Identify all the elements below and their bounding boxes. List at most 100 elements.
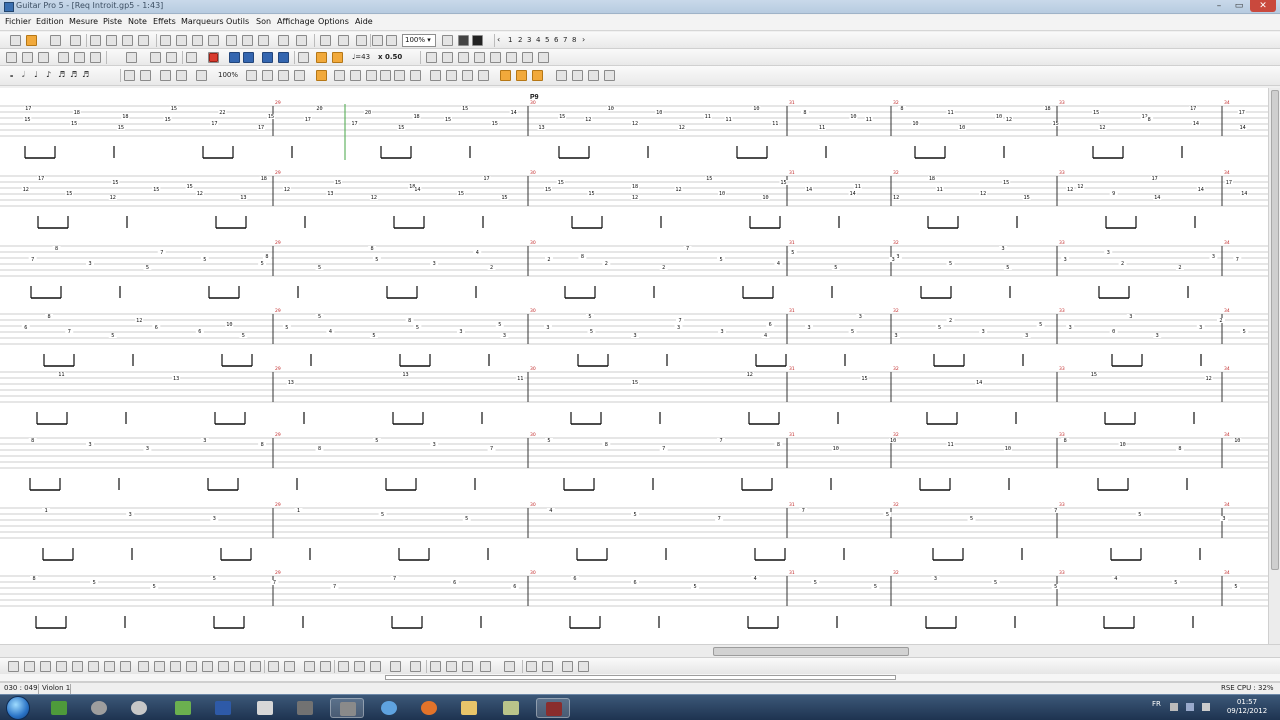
close-button[interactable]: ✕ (1250, 0, 1276, 12)
tool-7-icon[interactable] (126, 52, 137, 63)
tool-4-icon[interactable] (58, 52, 69, 63)
edit-10-icon[interactable] (154, 661, 165, 672)
language-indicator[interactable]: FR (1152, 700, 1161, 708)
menu-options[interactable]: Options (318, 17, 349, 26)
edit-18-icon[interactable] (284, 661, 295, 672)
print-icon[interactable] (70, 35, 81, 46)
zoom-select[interactable]: 100% ▾ (402, 34, 436, 47)
vertical-scroll-thumb[interactable] (1271, 90, 1279, 570)
fx-2-icon[interactable] (516, 70, 527, 81)
fx-6-icon[interactable] (588, 70, 599, 81)
page-view-icon[interactable] (320, 35, 331, 46)
edit-6-icon[interactable] (88, 661, 99, 672)
horizontal-scroll-thumb[interactable] (713, 647, 909, 656)
rhythm-1-icon[interactable] (430, 70, 441, 81)
rse-settings-icon[interactable] (332, 52, 343, 63)
edit-28-icon[interactable] (462, 661, 473, 672)
tool-5-icon[interactable] (74, 52, 85, 63)
tie-icon[interactable] (140, 70, 151, 81)
minimize-button[interactable]: – (1210, 0, 1228, 12)
fx-5-icon[interactable] (572, 70, 583, 81)
edit-16-icon[interactable] (250, 661, 261, 672)
thirty-second-note-icon[interactable]: ♬ (70, 70, 77, 79)
menu-son[interactable]: Son (256, 17, 271, 26)
tool-8-icon[interactable] (150, 52, 161, 63)
track-overview-strip[interactable] (0, 674, 1280, 682)
lock-icon[interactable] (166, 52, 177, 63)
page-2[interactable]: 2 (518, 36, 522, 44)
tool-c-icon[interactable] (208, 35, 219, 46)
fx-7-icon[interactable] (604, 70, 615, 81)
page-3[interactable]: 3 (527, 36, 531, 44)
screen-view-icon[interactable] (338, 35, 349, 46)
cut-icon[interactable] (90, 35, 101, 46)
edit-4-icon[interactable] (56, 661, 67, 672)
menu-aide[interactable]: Aide (355, 17, 373, 26)
page-1[interactable]: 1 (508, 36, 512, 44)
menu-affichage[interactable]: Affichage (277, 17, 315, 26)
grid-1-icon[interactable] (334, 70, 345, 81)
dyn-3-icon[interactable] (278, 70, 289, 81)
dyn-4-icon[interactable] (294, 70, 305, 81)
tab-icon[interactable] (458, 35, 469, 46)
parchment-view-icon[interactable] (356, 35, 367, 46)
quarter-note-icon[interactable]: ♩ (34, 70, 38, 79)
rhythm-3-icon[interactable] (462, 70, 473, 81)
fx-4-icon[interactable] (556, 70, 567, 81)
edit-19-icon[interactable] (304, 661, 315, 672)
page-7[interactable]: 7 (563, 36, 567, 44)
track-range[interactable] (385, 675, 896, 680)
page-5[interactable]: 5 (545, 36, 549, 44)
sixteenth-note-icon[interactable]: ♬ (58, 70, 65, 79)
volume-icon[interactable] (1202, 703, 1210, 711)
dotted-note-icon[interactable] (124, 70, 135, 81)
next-page-arrow[interactable]: › (582, 35, 585, 44)
tool-2-icon[interactable] (22, 52, 33, 63)
edit-27-icon[interactable] (446, 661, 457, 672)
edit-8-icon[interactable] (120, 661, 131, 672)
half-note-icon[interactable]: 𝅗𝅥 (22, 70, 25, 80)
edit-29-icon[interactable] (480, 661, 491, 672)
menu-effets[interactable]: Effets (153, 17, 176, 26)
page-6[interactable]: 6 (554, 36, 558, 44)
edit-11-icon[interactable] (170, 661, 181, 672)
menu-note[interactable]: Note (128, 17, 147, 26)
note-c-icon[interactable] (394, 70, 405, 81)
taskbar-explorer[interactable] (452, 698, 486, 718)
play-icon[interactable] (243, 52, 254, 63)
effect-6-icon[interactable] (506, 52, 517, 63)
menu-mesure[interactable]: Mesure (69, 17, 98, 26)
edit-33-icon[interactable] (562, 661, 573, 672)
taskbar-firefox[interactable] (412, 698, 446, 718)
metronome-icon[interactable] (186, 52, 197, 63)
edit-12-icon[interactable] (186, 661, 197, 672)
next-bar-icon[interactable] (278, 52, 289, 63)
note-b-icon[interactable] (380, 70, 391, 81)
taskbar-app-13[interactable] (536, 698, 570, 718)
edit-22-icon[interactable] (354, 661, 365, 672)
edit-5-icon[interactable] (72, 661, 83, 672)
note-a-icon[interactable] (366, 70, 377, 81)
open-folder-icon[interactable] (26, 35, 37, 46)
edit-3-icon[interactable] (40, 661, 51, 672)
horizontal-scrollbar[interactable] (0, 644, 1280, 657)
score-view[interactable]: P9 29 30 31 32 33 34 17 18 18 15 22 15 20 20 18 15 14 15 10… (0, 88, 1268, 644)
effect-5-icon[interactable] (490, 52, 501, 63)
rse-icon[interactable] (316, 52, 327, 63)
triplet-icon[interactable] (160, 70, 171, 81)
tool-b-icon[interactable] (192, 35, 203, 46)
edit-34-icon[interactable] (578, 661, 589, 672)
edit-21-icon[interactable] (338, 661, 349, 672)
dyn-1-icon[interactable] (246, 70, 257, 81)
fx-1-icon[interactable] (500, 70, 511, 81)
edit-13-icon[interactable] (202, 661, 213, 672)
clock[interactable]: 01:57 09/12/2012 (1222, 698, 1272, 716)
fit-icon[interactable] (386, 35, 397, 46)
score-icon[interactable] (442, 35, 453, 46)
menu-fichier[interactable]: Fichier (5, 17, 31, 26)
page-4[interactable]: 4 (536, 36, 540, 44)
tool-f-icon[interactable] (258, 35, 269, 46)
tool-e-icon[interactable] (242, 35, 253, 46)
taskbar-app-2[interactable] (82, 698, 116, 718)
edit-20-icon[interactable] (320, 661, 331, 672)
